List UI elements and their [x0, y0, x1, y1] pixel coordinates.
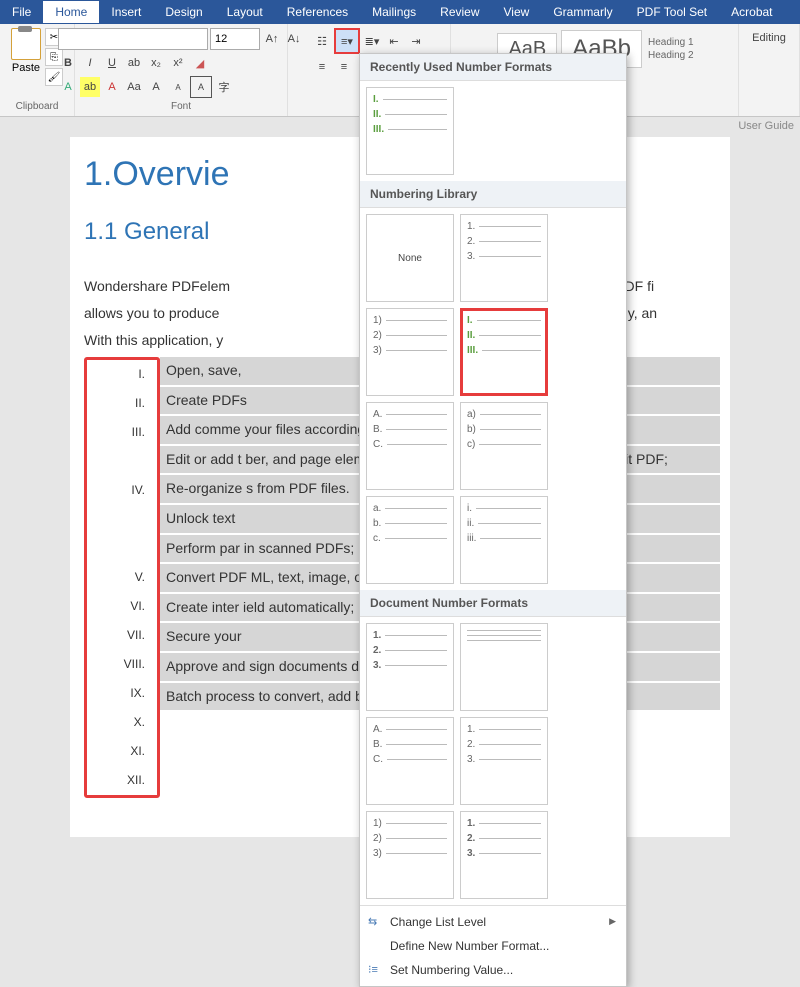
tab-insert[interactable]: Insert — [99, 1, 153, 23]
format-abc-paren[interactable]: a)b)c) — [460, 402, 548, 490]
numbering-dropdown: Recently Used Number Formats I. II. III.… — [359, 53, 627, 987]
format-abc-dot[interactable]: a.b.c. — [366, 496, 454, 584]
clear-format-icon[interactable]: ◢ — [190, 53, 210, 73]
tab-mailings[interactable]: Mailings — [360, 1, 428, 23]
clipboard-label: Clipboard — [6, 101, 68, 112]
font-color-icon[interactable]: A — [102, 77, 122, 97]
roman-numeral: VIII. — [87, 650, 145, 679]
docfmt-123dot[interactable]: 1.2.3. — [460, 717, 548, 805]
roman-numeral: VI. — [87, 592, 145, 621]
tab-references[interactable]: References — [275, 1, 360, 23]
docfmt-lines[interactable] — [460, 623, 548, 711]
increase-indent-icon[interactable]: ⇥ — [406, 31, 426, 51]
change-list-level[interactable]: ⇆Change List Level▶ — [360, 910, 626, 934]
tab-home[interactable]: Home — [43, 1, 99, 23]
grow-font-icon[interactable]: A↑ — [262, 29, 282, 49]
editing-group: Editing — [739, 24, 800, 116]
font-label: Font — [81, 101, 281, 112]
change-case-icon[interactable]: Aa — [124, 77, 144, 97]
roman-numeral: XI. — [87, 737, 145, 766]
shrink-a-icon[interactable]: A — [168, 77, 188, 97]
style-h2[interactable]: Heading 2 — [648, 50, 694, 61]
library-header: Numbering Library — [360, 181, 626, 208]
docfmt-123paren[interactable]: 1)2)3) — [366, 811, 454, 899]
roman-numeral: IV. — [87, 476, 145, 505]
format-ABC-upper[interactable]: A.B.C. — [366, 402, 454, 490]
tab-layout[interactable]: Layout — [215, 1, 275, 23]
roman-numeral-column: I.II.III. IV. V.VI.VII.VIII.IX.X.XI.XII. — [84, 357, 160, 798]
set-numbering-value[interactable]: ⁝≡Set Numbering Value... — [360, 958, 626, 982]
format-none[interactable]: None — [366, 214, 454, 302]
italic-icon[interactable]: I — [80, 53, 100, 73]
font-group: A↑ A↓ B I U ab x₂ x² ◢ A ab A Aa A A A 字 — [75, 24, 288, 116]
format-roman-upper[interactable]: I.II.III. — [460, 308, 548, 396]
docfmt-ABC[interactable]: A.B.C. — [366, 717, 454, 805]
phonetic-icon[interactable]: 字 — [214, 77, 234, 97]
editing-button[interactable]: Editing — [748, 28, 790, 48]
roman-numeral: I. — [87, 360, 145, 389]
tab-grammarly[interactable]: Grammarly — [541, 1, 624, 23]
bold-icon[interactable]: B — [58, 53, 78, 73]
strike-icon[interactable]: ab — [124, 53, 144, 73]
superscript-icon[interactable]: x² — [168, 53, 188, 73]
format-roman-lower[interactable]: i.ii.iii. — [460, 496, 548, 584]
roman-numeral: IX. — [87, 679, 145, 708]
roman-numeral: XII. — [87, 766, 145, 795]
tab-acrobat[interactable]: Acrobat — [719, 1, 784, 23]
docfmt-header: Document Number Formats — [360, 590, 626, 617]
subscript-icon[interactable]: x₂ — [146, 53, 166, 73]
roman-numeral — [87, 534, 145, 563]
paste-label: Paste — [12, 62, 40, 74]
user-guide-text: User Guide — [738, 120, 794, 132]
tab-design[interactable]: Design — [153, 1, 214, 23]
format-123-paren[interactable]: 1)2)3) — [366, 308, 454, 396]
roman-numeral: III. — [87, 418, 145, 447]
recent-header: Recently Used Number Formats — [360, 54, 626, 81]
recent-format-roman[interactable]: I. II. III. — [366, 87, 454, 175]
align-center-icon[interactable]: ≡ — [334, 57, 354, 77]
roman-numeral: II. — [87, 389, 145, 418]
multilevel-icon[interactable]: ≣▾ — [362, 31, 382, 51]
text-effects-icon[interactable]: A — [58, 77, 78, 97]
paste-icon — [11, 28, 41, 60]
underline-icon[interactable]: U — [102, 53, 122, 73]
highlight-icon[interactable]: ab — [80, 77, 100, 97]
align-left-icon[interactable]: ≡ — [312, 57, 332, 77]
roman-numeral: V. — [87, 563, 145, 592]
tab-file[interactable]: File — [0, 1, 43, 23]
style-h1[interactable]: Heading 1 — [648, 37, 694, 48]
docfmt-bold123[interactable]: 1.2.3. — [366, 623, 454, 711]
tab-pdf[interactable]: PDF Tool Set — [625, 1, 719, 23]
grow-a-icon[interactable]: A — [146, 77, 166, 97]
roman-numeral — [87, 447, 145, 476]
docfmt-bold123b[interactable]: 1.2.3. — [460, 811, 548, 899]
paste-button[interactable]: Paste — [11, 28, 41, 86]
font-family-select[interactable] — [58, 28, 208, 50]
define-new-format[interactable]: Define New Number Format... — [360, 934, 626, 958]
format-123-dot[interactable]: 1.2.3. — [460, 214, 548, 302]
tab-view[interactable]: View — [492, 1, 542, 23]
numbering-button[interactable]: ≡▾ — [334, 28, 360, 54]
roman-numeral — [87, 505, 145, 534]
roman-numeral: X. — [87, 708, 145, 737]
decrease-indent-icon[interactable]: ⇤ — [384, 31, 404, 51]
tab-review[interactable]: Review — [428, 1, 491, 23]
font-size-select[interactable] — [210, 28, 260, 50]
bullets-icon[interactable]: ☷ — [312, 31, 332, 51]
roman-numeral: VII. — [87, 621, 145, 650]
char-border-icon[interactable]: A — [190, 76, 212, 98]
menu-tabs: File Home Insert Design Layout Reference… — [0, 0, 800, 24]
